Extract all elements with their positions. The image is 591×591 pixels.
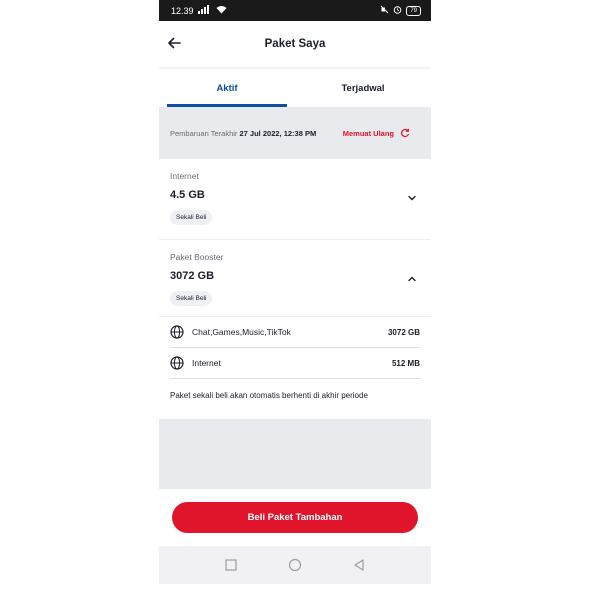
buy-more-package-button[interactable]: Beli Paket Tambahan <box>172 502 418 533</box>
phone-screen: 12.39 79 Paket Saya Aktif Terjadwal Pemb… <box>159 0 431 591</box>
globe-icon <box>170 356 184 370</box>
list-item: Internet 512 MB <box>170 348 420 379</box>
back-icon[interactable] <box>352 558 366 572</box>
detail-name: Internet <box>192 358 221 368</box>
package-label: Internet <box>170 171 199 181</box>
package-quota: 4.5 GB <box>170 189 205 201</box>
tab-bar: Aktif Terjadwal <box>159 70 431 107</box>
package-type-chip: Sekali Beli <box>170 291 213 306</box>
detail-size: 512 MB <box>391 358 420 368</box>
package-quota: 3072 GB <box>170 270 215 282</box>
home-icon[interactable] <box>288 558 302 572</box>
detail-name: Chat,Games,Music,TikTok <box>192 327 291 337</box>
refresh-icon <box>401 128 410 138</box>
reload-label: Memuat Ulang <box>342 128 394 138</box>
status-time: 12.39 <box>171 5 194 16</box>
package-label: Paket Booster <box>170 252 224 262</box>
package-booster: Paket Booster 3072 GB Sekali Beli <box>159 240 431 316</box>
mute-icon <box>380 5 389 16</box>
empty-area <box>159 421 431 489</box>
page-title: Paket Saya <box>264 38 326 50</box>
system-nav-bar <box>159 546 431 584</box>
back-arrow-icon[interactable] <box>166 35 182 51</box>
status-bar: 12.39 79 <box>159 0 431 21</box>
last-update-label: Pembaruan Terakhir <box>170 128 238 138</box>
chevron-down-icon[interactable] <box>407 193 417 203</box>
status-right: 79 <box>380 5 421 16</box>
package-type-chip: Sekali Beli <box>170 210 213 225</box>
last-update-date: 27 Jul 2022, 12:38 PM <box>239 128 317 138</box>
package-note: Paket sekali beli akan otomatis berhenti… <box>170 391 368 400</box>
wifi-icon <box>216 5 227 16</box>
status-left: 12.39 <box>171 5 227 16</box>
detail-size: 3072 GB <box>387 327 420 337</box>
list-item: Chat,Games,Music,TikTok 3072 GB <box>170 317 420 348</box>
tab-aktif[interactable]: Aktif <box>159 70 295 107</box>
app-header: Paket Saya <box>159 21 431 67</box>
reload-button[interactable]: Memuat Ulang <box>343 128 410 138</box>
last-update-text: Pembaruan Terakhir 27 Jul 2022, 12:38 PM <box>170 128 320 139</box>
tab-terjadwal[interactable]: Terjadwal <box>295 70 431 107</box>
package-internet: Internet 4.5 GB Sekali Beli <box>159 159 431 240</box>
recent-apps-icon[interactable] <box>224 558 238 572</box>
bottom-action-area: Beli Paket Tambahan <box>159 489 431 546</box>
signal-icon <box>197 5 212 16</box>
globe-icon <box>170 325 184 339</box>
battery-indicator: 79 <box>406 5 421 16</box>
last-update-banner: Pembaruan Terakhir 27 Jul 2022, 12:38 PM… <box>159 107 431 159</box>
alarm-icon <box>393 5 402 16</box>
chevron-up-icon[interactable] <box>407 274 417 284</box>
booster-detail-list: Chat,Games,Music,TikTok 3072 GB Internet… <box>159 316 431 379</box>
